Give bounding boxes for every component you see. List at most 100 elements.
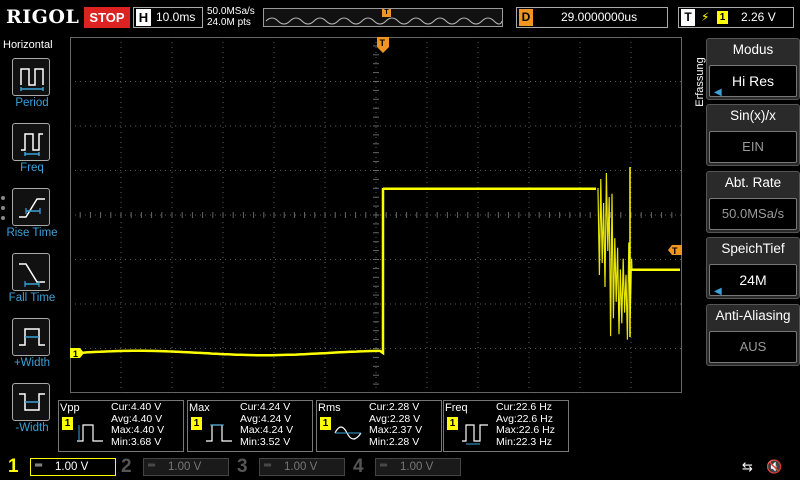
measurement-channel-badge: 1 <box>447 417 458 430</box>
dc-coupling-icon: ═ <box>264 460 272 471</box>
acquire-menu-title: Erfassung <box>688 38 706 138</box>
waveform-display[interactable]: 1 T T <box>69 36 683 394</box>
channel-3-tab[interactable]: 3 ═ 1.00 V <box>233 456 348 478</box>
measure-negative-width-button[interactable]: -Width <box>0 383 64 443</box>
measurement-max: Max:2.37 V <box>369 424 423 436</box>
trigger-level: 2.26 V <box>741 10 776 24</box>
measurement-cur: Cur:4.24 V <box>240 401 291 413</box>
trigger-badge: T <box>681 9 695 26</box>
acquire-mode-value-text: Hi Res <box>731 73 774 89</box>
channel-scale: ═ 1.00 V <box>259 458 345 476</box>
memory-points: 24.0M pts <box>207 17 251 28</box>
timebase-value: 10.0ms <box>156 10 196 24</box>
negative-width-icon <box>12 383 50 421</box>
fall-time-icon <box>12 253 50 291</box>
measure-freq-button[interactable]: Freq <box>0 123 64 183</box>
selector-arrow-icon: ◀ <box>714 286 722 297</box>
memory-depth-button[interactable]: SpeichTief ◀ 24M <box>706 237 800 299</box>
rise-time-icon <box>12 188 50 226</box>
channel-number: 3 <box>237 456 248 477</box>
channel-1-tab[interactable]: 1 ═ 1.00 V <box>4 456 119 478</box>
acquisition-info: 50.0MSa/s 24.0M pts <box>207 6 255 28</box>
run-stop-indicator[interactable]: STOP <box>84 7 130 28</box>
measure-negative-width-label: -Width <box>15 422 49 434</box>
channel-scale-value: 1.00 V <box>400 461 434 473</box>
dc-coupling-icon: ═ <box>35 460 43 471</box>
channel-scale-value: 1.00 V <box>284 461 318 473</box>
channel-scale: ═ 1.00 V <box>375 458 461 476</box>
measure-positive-width-button[interactable]: +Width <box>0 318 64 378</box>
sample-rate-button[interactable]: Abt. Rate 50.0MSa/s <box>706 171 800 233</box>
measure-period-button[interactable]: Period <box>0 58 64 118</box>
measurement-values: Cur:4.24 V Avg:4.24 V Max:4.24 V Min:3.5… <box>240 401 293 448</box>
channel-scale: ═ 1.00 V <box>30 458 116 476</box>
channel-bar: 1 ═ 1.00 V 2 ═ 1.00 V 3 ═ 1.00 V 4 ═ 1.0… <box>0 454 800 480</box>
measurement-channel-badge: 1 <box>191 417 202 430</box>
rising-edge-icon: ⚡ <box>701 10 710 24</box>
timebase-display[interactable]: H 10.0ms <box>133 7 203 28</box>
measurement-min: Min:2.28 V <box>369 435 420 448</box>
measurement-max: Max:4.40 V <box>111 424 165 436</box>
waveform-graticule: 1 T T <box>69 36 683 394</box>
memory-overview[interactable]: T <box>263 8 503 27</box>
measure-freq-label: Freq <box>20 162 44 174</box>
anti-aliasing-label: Anti-Aliasing <box>715 308 791 323</box>
measure-rise-time-button[interactable]: Rise Time <box>0 188 64 248</box>
measurement-max: Max:22.6 Hz <box>496 424 555 436</box>
menu-page-dots <box>1 196 6 226</box>
trigger-level-label: T <box>672 246 678 256</box>
acquire-menu-title-text: Erfassung <box>694 57 706 107</box>
measurement-min: Min:22.3 Hz <box>496 435 553 448</box>
trigger-time-label: T <box>380 38 386 48</box>
sample-rate: 50.0MSa/s <box>207 6 255 17</box>
measure-rise-time-label: Rise Time <box>6 227 58 239</box>
trigger-display[interactable]: T ⚡ 1 2.26 V <box>678 7 794 28</box>
measurement-cur: Cur:4.40 V <box>111 401 162 413</box>
measurement-vpp[interactable]: Vpp 1 Cur:4.40 V Avg:4.40 V Max:4.40 V M… <box>58 400 184 452</box>
sinx-button[interactable]: Sin(x)/x EIN <box>706 104 800 166</box>
measure-fall-time-label: Fall Time <box>8 292 56 304</box>
freq-icon <box>462 424 488 445</box>
measure-menu-title: Horizontal <box>3 39 53 51</box>
measurement-channel-badge: 1 <box>320 417 331 430</box>
delay-badge: D <box>519 9 533 26</box>
measure-fall-time-button[interactable]: Fall Time <box>0 253 64 313</box>
sample-rate-value: 50.0MSa/s <box>709 198 797 230</box>
measurement-cur: Cur:2.28 V <box>369 401 420 413</box>
channel-scale-value: 1.00 V <box>55 461 89 473</box>
usb-icon: ⇆ <box>742 459 753 474</box>
channel-scale: ═ 1.00 V <box>143 458 229 476</box>
channel-number: 4 <box>353 456 364 477</box>
top-status-bar: RIGOL STOP H 10.0ms 50.0MSa/s 24.0M pts … <box>0 0 800 34</box>
memory-depth-value-text: 24M <box>739 272 767 288</box>
speaker-muted-icon[interactable]: 🔇 <box>766 459 782 475</box>
measurement-freq[interactable]: Freq 1 Cur:22.6 Hz Avg:22.6 Hz Max:22.6 … <box>443 400 569 452</box>
measurement-channel-badge: 1 <box>62 417 73 430</box>
anti-aliasing-button[interactable]: Anti-Aliasing AUS <box>706 304 800 366</box>
channel-number: 2 <box>121 456 132 477</box>
delay-display[interactable]: D 29.0000000us <box>516 7 668 28</box>
memory-trigger-marker: T <box>382 9 391 17</box>
measurement-rms[interactable]: Rms 1 Cur:2.28 V Avg:2.28 V Max:2.37 V M… <box>316 400 442 452</box>
measurement-cur: Cur:22.6 Hz <box>496 401 553 413</box>
measurement-values: Cur:4.40 V Avg:4.40 V Max:4.40 V Min:3.6… <box>111 401 165 448</box>
acquire-mode-value: ◀ Hi Res <box>709 65 797 98</box>
measurement-name: Freq <box>445 402 468 414</box>
measure-positive-width-label: +Width <box>13 357 51 369</box>
period-icon <box>12 58 50 96</box>
acquire-mode-label: Modus <box>732 42 774 57</box>
measurement-max[interactable]: Max 1 Cur:4.24 V Avg:4.24 V Max:4.24 V M… <box>187 400 313 452</box>
anti-aliasing-value: AUS <box>709 331 797 363</box>
measurement-values: Cur:22.6 Hz Avg:22.6 Hz Max:22.6 Hz Min:… <box>496 401 555 448</box>
dc-coupling-icon: ═ <box>148 460 156 471</box>
measurement-name: Vpp <box>60 402 80 414</box>
channel-2-tab[interactable]: 2 ═ 1.00 V <box>117 456 232 478</box>
memory-depth-label: SpeichTief <box>721 241 785 256</box>
channel-1-trace <box>75 187 596 357</box>
channel-1-offset-label: 1 <box>73 349 78 359</box>
channel-4-tab[interactable]: 4 ═ 1.00 V <box>349 456 464 478</box>
acquire-menu: Erfassung Modus ◀ Hi Res Sin(x)/x EIN Abt… <box>684 34 800 446</box>
acquire-mode-button[interactable]: Modus ◀ Hi Res <box>706 38 800 100</box>
channel-1-settled-trace <box>630 268 680 272</box>
positive-width-icon <box>12 318 50 356</box>
